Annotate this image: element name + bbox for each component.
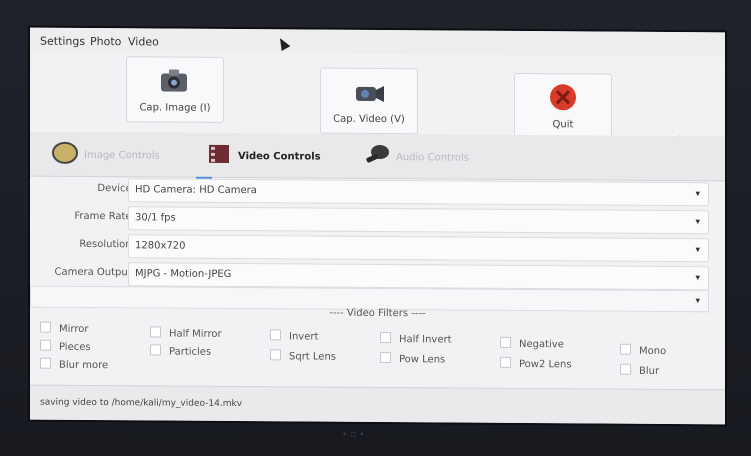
filter-label: Mirror xyxy=(59,323,89,335)
tab-audio-controls-label: Audio Controls xyxy=(396,152,469,164)
filter-label: Blur more xyxy=(59,359,109,372)
filter-pow2-lens[interactable]: Pow2 Lens xyxy=(500,356,572,371)
filter-mono[interactable]: Mono xyxy=(620,343,667,358)
checkbox[interactable] xyxy=(620,363,631,375)
resolution-label: Resolution: xyxy=(79,238,135,251)
filter-label: Sqrt Lens xyxy=(289,351,337,363)
filter-label: Half Mirror xyxy=(169,328,222,340)
checkbox[interactable] xyxy=(500,336,511,348)
filter-label: Negative xyxy=(519,338,564,351)
filter-label: Half Invert xyxy=(399,334,452,346)
filter-label: Blur xyxy=(639,365,660,377)
checkbox[interactable] xyxy=(380,332,391,344)
film-icon xyxy=(209,144,229,163)
checkbox[interactable] xyxy=(150,344,161,356)
checkbox[interactable] xyxy=(40,339,51,351)
video-camera-icon xyxy=(356,86,384,103)
menu-photo[interactable]: Photo xyxy=(90,35,121,48)
checkbox[interactable] xyxy=(500,356,511,368)
quit-icon xyxy=(550,84,576,111)
checkbox[interactable] xyxy=(380,352,391,364)
filter-particles[interactable]: Particles xyxy=(150,344,212,358)
app-window: Settings Photo Video Cap. Image (I) Cap.… xyxy=(30,27,725,425)
camera-icon xyxy=(161,69,187,92)
filter-label: Pow2 Lens xyxy=(519,358,572,371)
chevron-down-icon: ▾ xyxy=(695,273,700,284)
filter-label: Particles xyxy=(169,346,212,358)
status-bar: saving video to /home/kali/my_video-14.m… xyxy=(30,384,725,425)
checkbox[interactable] xyxy=(150,326,161,338)
checkbox[interactable] xyxy=(620,343,631,355)
filter-half-invert[interactable]: Half Invert xyxy=(380,332,452,346)
camera-output-row: Camera Output: MJPG - Motion-JPEG ▾ xyxy=(30,262,725,291)
frame-rate-select[interactable]: 30/1 fps ▾ xyxy=(128,206,709,235)
camera-output-value: MJPG - Motion-JPEG xyxy=(135,268,232,280)
cap-video-button[interactable]: Cap. Video (V) xyxy=(320,67,418,135)
filter-label: Invert xyxy=(289,331,319,343)
checkbox[interactable] xyxy=(40,321,51,333)
filter-mirror[interactable]: Mirror xyxy=(40,321,89,335)
camera-output-label: Camera Output: xyxy=(54,266,135,279)
cap-video-label: Cap. Video (V) xyxy=(333,113,405,126)
mouse-cursor-icon xyxy=(275,35,291,52)
filter-half-mirror[interactable]: Half Mirror xyxy=(150,326,222,340)
frame-rate-row: Frame Rate: 30/1 fps ▾ xyxy=(30,206,725,235)
checkbox[interactable] xyxy=(270,329,281,341)
chevron-down-icon: ▾ xyxy=(695,245,700,256)
filter-blur-more[interactable]: Blur more xyxy=(40,357,109,372)
device-select[interactable]: HD Camera: HD Camera ▾ xyxy=(128,178,709,207)
chevron-down-icon: ▾ xyxy=(695,217,700,228)
status-text: saving video to /home/kali/my_video-14.m… xyxy=(40,397,243,410)
filter-sqrt-lens[interactable]: Sqrt Lens xyxy=(270,349,337,363)
filter-pow-lens[interactable]: Pow Lens xyxy=(380,352,445,365)
device-value: HD Camera: HD Camera xyxy=(135,184,257,197)
tab-video-controls-label: Video Controls xyxy=(238,151,321,163)
tab-image-controls-label: Image Controls xyxy=(84,149,160,162)
chevron-down-icon: ▾ xyxy=(695,296,700,307)
filter-label: Pow Lens xyxy=(399,354,446,366)
monitor-logo: • ▫ • xyxy=(342,430,365,440)
filter-invert[interactable]: Invert xyxy=(270,329,319,343)
image-icon xyxy=(52,141,78,164)
device-row: Device: HD Camera: HD Camera ▾ xyxy=(30,178,725,207)
resolution-select[interactable]: 1280x720 ▾ xyxy=(128,234,709,263)
filter-negative[interactable]: Negative xyxy=(500,336,564,351)
filter-blur[interactable]: Blur xyxy=(620,363,660,377)
filter-label: Mono xyxy=(639,345,667,358)
checkbox[interactable] xyxy=(270,349,281,361)
menu-settings[interactable]: Settings xyxy=(40,35,85,48)
tab-bar: Image Controls Video Controls Audio Cont… xyxy=(30,131,725,182)
chevron-down-icon: ▾ xyxy=(695,189,700,200)
frame-rate-label: Frame Rate: xyxy=(74,210,135,223)
cap-image-button[interactable]: Cap. Image (I) xyxy=(126,56,224,123)
resolution-value: 1280x720 xyxy=(135,240,186,252)
checkbox[interactable] xyxy=(40,357,51,369)
cap-image-label: Cap. Image (I) xyxy=(139,102,211,114)
frame-rate-value: 30/1 fps xyxy=(135,212,176,224)
resolution-row: Resolution: 1280x720 ▾ xyxy=(30,234,725,263)
filter-label: Pieces xyxy=(59,341,91,353)
filter-pieces[interactable]: Pieces xyxy=(40,339,91,353)
quit-button[interactable]: Quit xyxy=(514,72,612,140)
microphone-icon xyxy=(366,145,389,163)
quit-label: Quit xyxy=(552,119,574,131)
menu-video[interactable]: Video xyxy=(128,35,159,48)
